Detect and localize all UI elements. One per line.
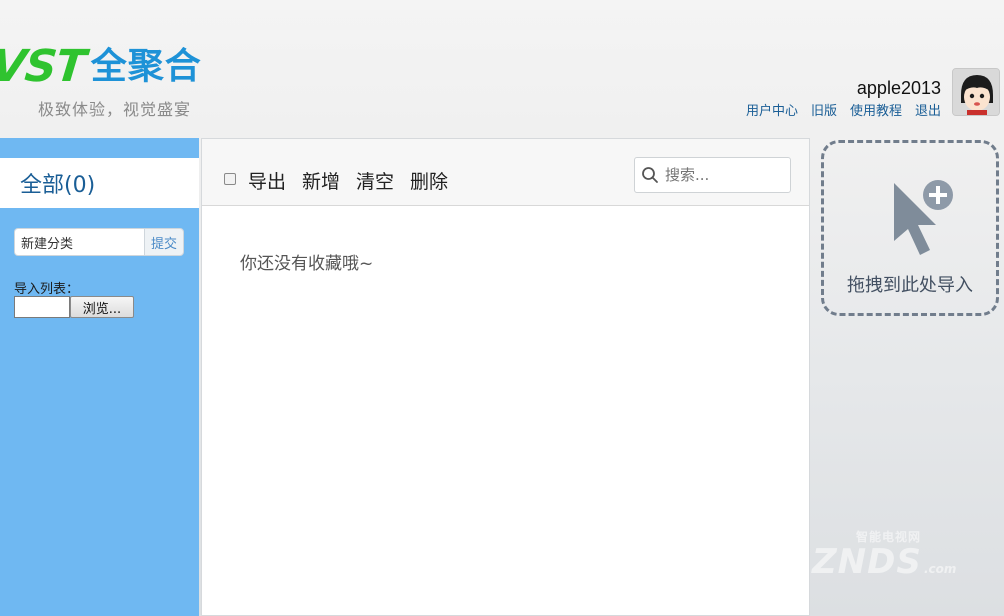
add-button[interactable]: 新增	[302, 167, 340, 194]
import-list-label: 导入列表：	[14, 282, 80, 297]
username: apple2013	[856, 78, 941, 98]
dropzone-label: 拖拽到此处导入	[847, 275, 973, 296]
avatar[interactable]	[952, 68, 1000, 116]
znds-watermark: 智能电视网 ZNDS .com	[812, 524, 992, 584]
import-file-row: 浏览...	[14, 296, 134, 318]
search-input[interactable]	[665, 160, 783, 190]
drag-import-zone[interactable]: 拖拽到此处导入	[821, 140, 999, 316]
toolbar: 导出 新增 清空 删除	[202, 139, 809, 206]
favorites-panel: 导出 新增 清空 删除 你还没有收藏哦~	[201, 138, 810, 616]
avatar-face-icon	[953, 69, 999, 115]
logo-latin: VST	[0, 41, 88, 92]
cursor-add-icon	[890, 177, 960, 267]
user-links: 用户中心 旧版 使用教程 退出	[746, 100, 941, 119]
clear-button[interactable]: 清空	[356, 167, 394, 194]
sidebar: 全部(0) 提交 导入列表： 浏览...	[0, 138, 199, 616]
delete-button[interactable]: 删除	[410, 167, 448, 194]
tutorial-link[interactable]: 使用教程	[850, 100, 902, 119]
search-icon	[635, 158, 665, 192]
new-category-form: 提交	[14, 228, 184, 256]
search-box	[634, 157, 791, 193]
logout-link[interactable]: 退出	[915, 100, 941, 119]
empty-message: 你还没有收藏哦~	[240, 254, 374, 274]
export-button[interactable]: 导出	[248, 167, 286, 194]
old-version-link[interactable]: 旧版	[811, 100, 837, 119]
user-center-link[interactable]: 用户中心	[746, 100, 798, 119]
tab-all[interactable]: 全部(0)	[0, 158, 199, 208]
logo-chinese: 全聚合	[90, 46, 202, 87]
select-all-checkbox[interactable]	[224, 173, 236, 185]
new-category-input[interactable]	[14, 228, 144, 256]
vst-logo: VST 全聚合	[0, 41, 202, 92]
browse-button[interactable]: 浏览...	[70, 296, 134, 318]
file-path-field[interactable]	[14, 296, 70, 318]
toolbar-actions: 导出 新增 清空 删除	[248, 167, 448, 194]
watermark-suffix: .com	[924, 562, 957, 576]
submit-button[interactable]: 提交	[144, 228, 184, 256]
slogan: 极致体验，视觉盛宴	[38, 100, 192, 119]
watermark-brand: ZNDS	[812, 542, 922, 582]
